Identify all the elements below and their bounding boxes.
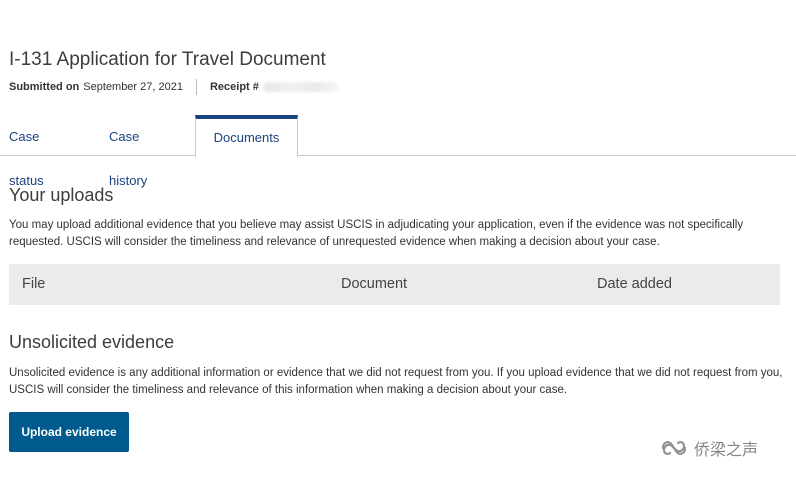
unsolicited-evidence-heading: Unsolicited evidence <box>9 332 175 352</box>
meta-divider <box>195 79 197 95</box>
case-header: I-131 Application for Travel Document Su… <box>9 48 789 96</box>
tab-documents[interactable]: Documents <box>195 115 298 157</box>
page-title: I-131 Application for Travel Document <box>9 49 326 70</box>
wechat-channel-icon <box>661 441 687 455</box>
case-meta: Submitted on September 27, 2021 Receipt … <box>9 78 789 96</box>
receipt-number-redacted <box>262 82 339 92</box>
column-document: Document <box>341 276 408 292</box>
tab-case-history[interactable]: Case history <box>109 115 177 188</box>
uploads-table-header: File Document Date added <box>9 264 780 305</box>
unsolicited-evidence-description: Unsolicited evidence is any additional i… <box>9 367 783 396</box>
column-date-added: Date added <box>597 276 672 292</box>
tab-case-status[interactable]: Case status <box>9 115 71 188</box>
case-tabs: Case status Case history Documents <box>0 115 796 188</box>
column-file: File <box>22 276 46 292</box>
watermark-text: 侨梁之声 <box>694 440 759 459</box>
receipt-label: Receipt # <box>209 81 259 93</box>
uploads-heading: Your uploads <box>9 185 114 205</box>
upload-evidence-button[interactable]: Upload evidence <box>9 412 129 452</box>
submitted-label: Submitted on <box>9 81 80 93</box>
uploads-description: You may upload additional evidence that … <box>9 219 744 248</box>
watermark: 侨梁之声 <box>660 436 758 460</box>
submitted-date: September 27, 2021 <box>83 81 183 93</box>
